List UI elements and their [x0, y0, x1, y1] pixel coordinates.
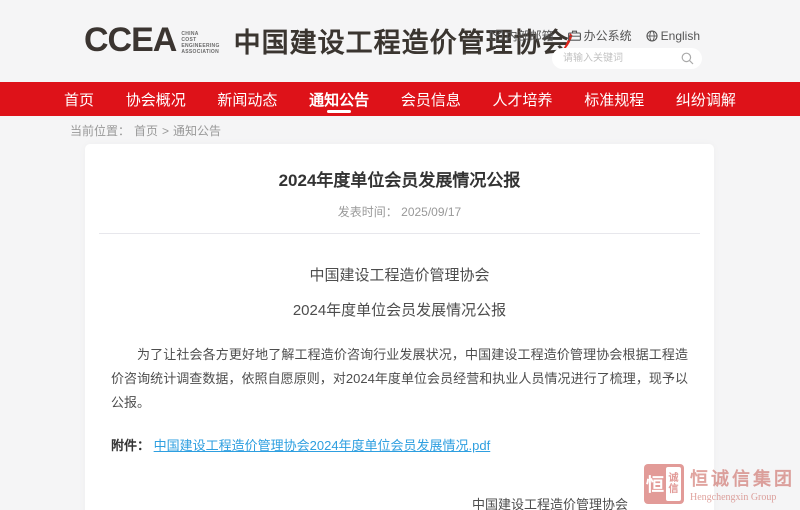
globe-icon [646, 30, 658, 42]
breadcrumb: 当前位置： 首页 > 通知公告 [70, 122, 221, 139]
nav-item-standards[interactable]: 标准规程 [584, 82, 644, 116]
nav-item-news[interactable]: 新闻动态 [217, 82, 277, 116]
nav-item-dispute[interactable]: 纠纷调解 [676, 82, 736, 116]
quick-link-label: 内部邮箱 [506, 27, 554, 44]
title-divider [99, 233, 700, 234]
publish-date: 2025/09/17 [401, 205, 461, 219]
breadcrumb-home-link[interactable]: 首页 [134, 122, 158, 139]
briefcase-icon [568, 30, 581, 41]
logo-acronym: CCEA [84, 20, 176, 60]
site-header: CCEA CHINA COST ENGINEERING ASSOCIATION … [0, 0, 800, 82]
quick-link-label: English [661, 29, 700, 43]
attachment-row: 附件： 中国建设工程造价管理协会2024年度单位会员发展情况.pdf [111, 435, 688, 454]
attachment-label: 附件： [111, 438, 150, 453]
quick-link-office-system[interactable]: 办公系统 [568, 27, 632, 44]
nav-item-about[interactable]: 协会概况 [126, 82, 186, 116]
attachment-pdf-link[interactable]: 中国建设工程造价管理协会2024年度单位会员发展情况.pdf [154, 438, 491, 453]
article-publish-meta: 发表时间： 2025/09/17 [99, 203, 700, 220]
signature-block: 中国建设工程造价管理协会 2025年9月17日 [472, 494, 628, 510]
search-button[interactable] [681, 52, 694, 70]
nav-item-home[interactable]: 首页 [64, 82, 94, 116]
nav-item-members[interactable]: 会员信息 [401, 82, 461, 116]
logo-subtext: CHINA COST ENGINEERING ASSOCIATION [181, 31, 219, 55]
nav-item-notices[interactable]: 通知公告 [309, 82, 369, 116]
quick-link-mail[interactable]: 内部邮箱 [490, 27, 554, 44]
signature-org: 中国建设工程造价管理协会 [472, 494, 628, 510]
logo-subtext-line: ASSOCIATION [181, 49, 219, 55]
search-box [552, 48, 702, 69]
breadcrumb-prefix: 当前位置： [70, 122, 130, 139]
article-signature: 中国建设工程造价管理协会 2025年9月17日 [99, 494, 700, 510]
publish-label: 发表时间： [338, 205, 398, 219]
article-body-heading-title: 2024年度单位会员发展情况公报 [99, 299, 700, 320]
article-body-heading-org: 中国建设工程造价管理协会 [99, 264, 700, 285]
mail-icon [490, 30, 503, 41]
breadcrumb-separator: > [162, 124, 169, 138]
nav-item-training[interactable]: 人才培养 [493, 82, 553, 116]
article-paragraph: 为了让社会各方更好地了解工程造价咨询行业发展状况，中国建设工程造价管理协会根据工… [111, 343, 688, 415]
search-input[interactable] [552, 48, 702, 69]
article-title: 2024年度单位会员发展情况公报 [99, 144, 700, 191]
quick-links: 内部邮箱 办公系统 English [490, 27, 700, 44]
article-card: 2024年度单位会员发展情况公报 发表时间： 2025/09/17 中国建设工程… [85, 144, 714, 510]
search-icon [681, 52, 694, 65]
main-nav: 首页 协会概况 新闻动态 通知公告 会员信息 人才培养 标准规程 纠纷调解 [0, 82, 800, 116]
quick-link-english[interactable]: English [646, 29, 700, 43]
breadcrumb-current[interactable]: 通知公告 [173, 122, 221, 139]
quick-link-label: 办公系统 [584, 27, 632, 44]
